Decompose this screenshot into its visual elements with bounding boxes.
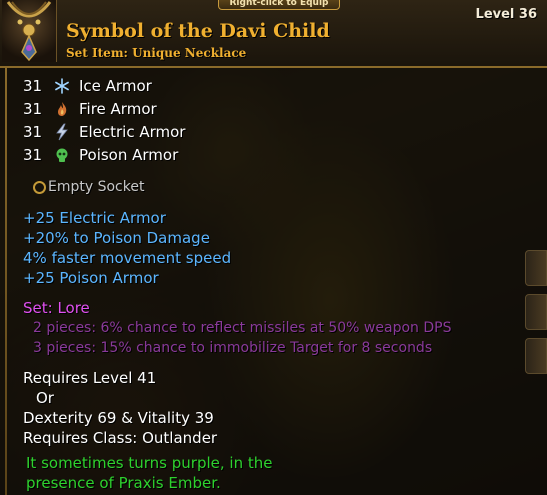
flame-icon xyxy=(53,100,71,118)
flavor-text: It sometimes turns purple, in the xyxy=(26,454,273,472)
side-tab[interactable] xyxy=(525,338,547,374)
equip-hint-banner: Right-click to Equip xyxy=(218,0,340,10)
requirement-class: Requires Class: Outlander xyxy=(23,429,218,447)
set-bonus: 3 pieces: 15% chance to immobilize Targe… xyxy=(33,340,433,356)
requirement-or: Or xyxy=(36,389,54,407)
requirement-level: Requires Level 41 xyxy=(23,369,157,387)
armor-label: Electric Armor xyxy=(79,123,186,141)
item-type: Set Item: Unique Necklace xyxy=(66,46,247,60)
armor-row-ice: 31 Ice Armor xyxy=(23,76,152,96)
armor-value: 31 xyxy=(23,146,43,164)
armor-label: Poison Armor xyxy=(79,146,179,164)
armor-row-fire: 31 Fire Armor xyxy=(23,99,157,119)
tooltip-border xyxy=(5,68,7,495)
magic-property: +20% to Poison Damage xyxy=(23,229,210,247)
set-name: Set: Lore xyxy=(23,299,90,317)
magic-property: +25 Poison Armor xyxy=(23,269,159,287)
item-name: Symbol of the Davi Child xyxy=(66,20,330,42)
armor-row-electric: 31 Electric Armor xyxy=(23,122,185,142)
armor-row-poison: 31 Poison Armor xyxy=(23,145,178,165)
poison-skull-icon xyxy=(53,146,71,164)
side-panel-tabs xyxy=(525,250,547,374)
necklace-icon xyxy=(2,0,57,62)
armor-value: 31 xyxy=(23,100,43,118)
snowflake-icon xyxy=(53,77,71,95)
side-tab[interactable] xyxy=(525,250,547,286)
set-bonus: 2 pieces: 6% chance to reflect missiles … xyxy=(33,320,452,336)
armor-label: Fire Armor xyxy=(79,100,157,118)
tooltip-header: Right-click to Equip Symbol of the Davi … xyxy=(0,0,547,68)
socket-label: Empty Socket xyxy=(48,179,145,195)
requirement-stats: Dexterity 69 & Vitality 39 xyxy=(23,409,214,427)
armor-value: 31 xyxy=(23,77,43,95)
side-tab[interactable] xyxy=(525,294,547,330)
flavor-text: presence of Praxis Ember. xyxy=(26,474,221,492)
lightning-icon xyxy=(53,123,71,141)
armor-value: 31 xyxy=(23,123,43,141)
item-level: Level 36 xyxy=(475,7,537,22)
magic-property: +25 Electric Armor xyxy=(23,209,166,227)
socket-ring-icon xyxy=(33,180,46,194)
item-tooltip: Right-click to Equip Symbol of the Davi … xyxy=(0,0,547,495)
empty-socket: Empty Socket xyxy=(33,177,144,197)
magic-property: 4% faster movement speed xyxy=(23,249,232,267)
armor-label: Ice Armor xyxy=(79,77,152,95)
